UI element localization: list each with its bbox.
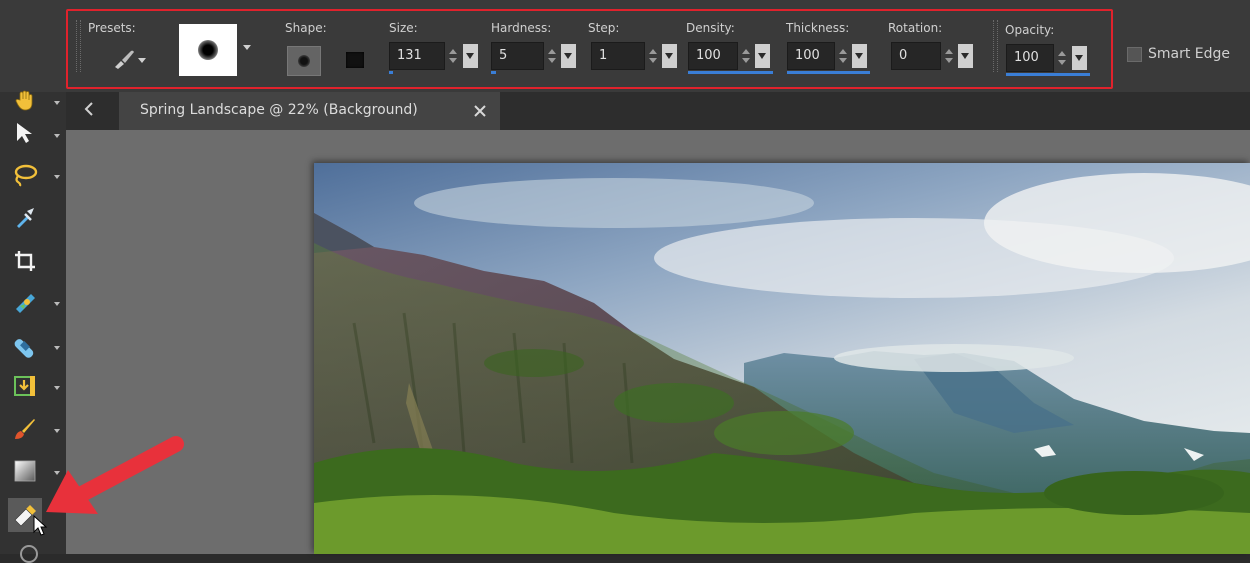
brush-tip-preview[interactable] [179, 24, 237, 76]
density-input[interactable]: 100 [688, 42, 738, 70]
gradient-tool[interactable] [8, 454, 42, 488]
paint-brush-icon [15, 419, 35, 439]
thickness-label: Thickness: [786, 21, 850, 35]
pan-tool-icon [15, 90, 33, 111]
straighten-tool[interactable] [8, 286, 42, 320]
pan-tool[interactable] [8, 84, 42, 118]
presets-label: Presets: [88, 21, 136, 35]
straighten-icon [16, 294, 35, 313]
smart-edge-label[interactable]: Smart Edge [1148, 46, 1230, 62]
opacity-input[interactable]: 100 [1006, 44, 1054, 72]
tool-options-bar: Presets: Shape: Size: 131 Hardness: 5 St… [0, 0, 1250, 92]
opacity-slider-fill[interactable] [1006, 73, 1090, 76]
size-slider-fill[interactable] [389, 71, 393, 74]
size-dropdown[interactable] [463, 44, 478, 68]
text-tool-icon [14, 376, 35, 396]
brush-preset-icon [115, 50, 134, 69]
repair-brush-icon [14, 339, 34, 358]
chevron-down-icon[interactable] [54, 134, 60, 138]
crop-icon [15, 251, 35, 271]
density-spinner[interactable] [739, 44, 753, 68]
shape-round-button[interactable] [287, 46, 321, 76]
opacity-label: Opacity: [1005, 23, 1055, 37]
shape-square-button[interactable] [346, 52, 364, 68]
document-tab[interactable]: Spring Landscape @ 22% (Background) [119, 92, 500, 130]
rotation-field[interactable]: 0 [891, 42, 976, 74]
chevron-down-icon[interactable] [54, 302, 60, 306]
repair-tool[interactable] [8, 329, 42, 363]
thickness-spinner[interactable] [836, 44, 850, 68]
toolbar-separator [993, 20, 998, 72]
density-label: Density: [686, 21, 735, 35]
density-dropdown[interactable] [755, 44, 770, 68]
density-slider-fill[interactable] [688, 71, 773, 74]
mouse-cursor-icon [33, 515, 48, 536]
close-icon[interactable] [473, 104, 487, 118]
rotation-label: Rotation: [888, 21, 943, 35]
crop-tool[interactable] [8, 244, 42, 278]
toolbox [0, 90, 66, 563]
lasso-tool[interactable] [8, 158, 42, 192]
size-spinner[interactable] [446, 44, 460, 68]
size-label: Size: [389, 21, 418, 35]
opacity-dropdown[interactable] [1072, 46, 1087, 70]
rotation-dropdown[interactable] [958, 44, 973, 68]
paint-tool[interactable] [8, 412, 42, 446]
step-spinner[interactable] [646, 44, 660, 68]
thickness-field[interactable]: 100 [787, 42, 870, 74]
hardness-input[interactable]: 5 [491, 42, 544, 70]
smart-edge-checkbox[interactable] [1127, 47, 1142, 62]
lasso-selection-icon [14, 164, 38, 187]
rotation-spinner[interactable] [942, 44, 956, 68]
chevron-down-icon[interactable] [54, 175, 60, 179]
thickness-input[interactable]: 100 [787, 42, 835, 70]
text-tool[interactable] [8, 369, 42, 403]
gradient-fill-icon [14, 460, 36, 482]
hardness-spinner[interactable] [545, 44, 559, 68]
hardness-slider-fill[interactable] [491, 71, 496, 74]
chevron-down-icon [138, 58, 146, 63]
size-field[interactable]: 131 [389, 42, 482, 74]
size-input[interactable]: 131 [389, 42, 445, 70]
chevron-left-icon [84, 102, 93, 116]
pick-tool[interactable] [8, 116, 42, 150]
chevron-down-icon[interactable] [54, 101, 60, 105]
toolbar-grip[interactable] [76, 20, 81, 72]
chevron-down-icon[interactable] [54, 471, 60, 475]
thickness-slider-fill[interactable] [787, 71, 870, 74]
shape-label: Shape: [285, 21, 327, 35]
step-input[interactable]: 1 [591, 42, 645, 70]
dropper-icon [17, 208, 34, 228]
chevron-down-icon[interactable] [54, 346, 60, 350]
hardness-dropdown[interactable] [561, 44, 576, 68]
chevron-down-icon[interactable] [54, 429, 60, 433]
hardness-field[interactable]: 5 [491, 42, 580, 74]
step-label: Step: [588, 21, 620, 35]
thickness-dropdown[interactable] [852, 44, 867, 68]
chevron-down-icon[interactable] [243, 45, 251, 50]
opacity-field[interactable]: 100 [1006, 44, 1090, 76]
presets-dropdown[interactable] [104, 44, 146, 74]
tab-scroll-left[interactable] [78, 92, 100, 126]
step-field[interactable]: 1 [591, 42, 681, 74]
document-tab-title: Spring Landscape @ 22% (Background) [140, 102, 418, 118]
hardness-label: Hardness: [491, 21, 552, 35]
pick-tool-icon [17, 123, 32, 143]
chevron-down-icon[interactable] [54, 386, 60, 390]
landscape-photo[interactable] [314, 163, 1250, 554]
opacity-spinner[interactable] [1055, 46, 1069, 70]
step-dropdown[interactable] [662, 44, 677, 68]
dropper-tool[interactable] [8, 200, 42, 234]
rotation-input[interactable]: 0 [891, 42, 941, 70]
next-tool-icon[interactable] [20, 545, 38, 563]
density-field[interactable]: 100 [688, 42, 773, 74]
